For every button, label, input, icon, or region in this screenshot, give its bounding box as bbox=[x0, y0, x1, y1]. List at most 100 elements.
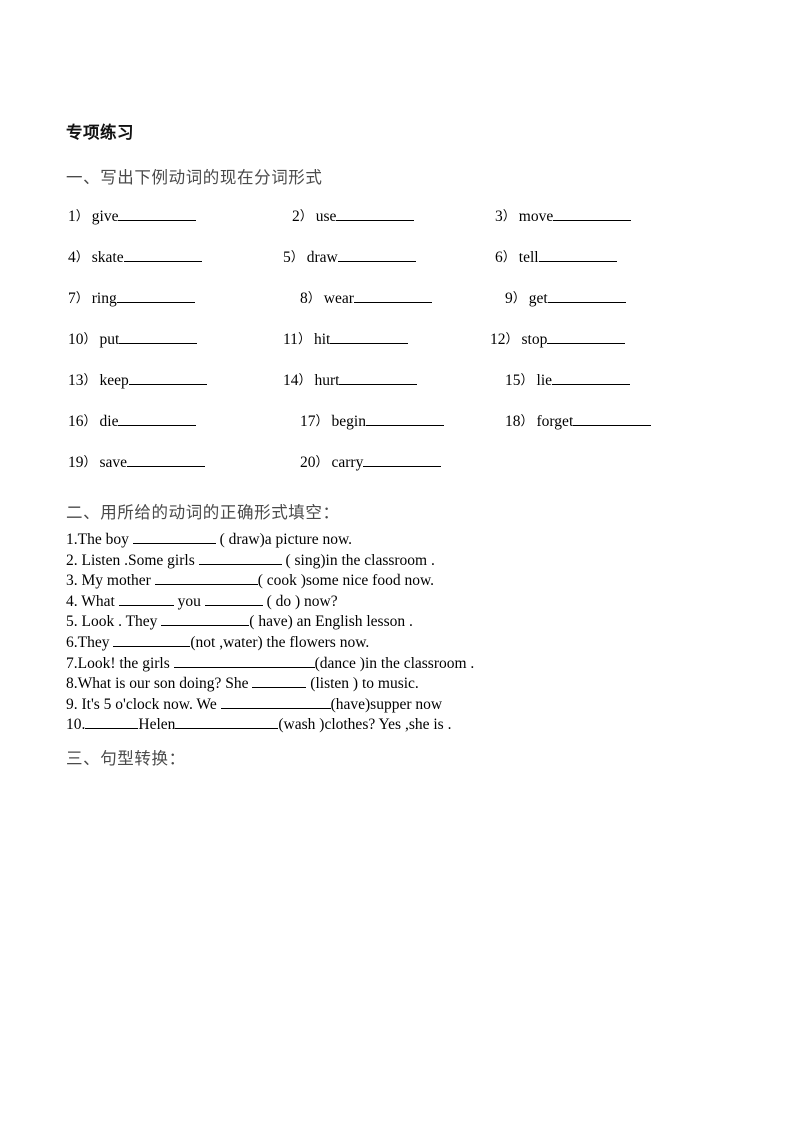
verb-item-number: 16 bbox=[68, 413, 84, 430]
verb-item-word: save bbox=[99, 454, 128, 471]
verb-item-paren: ） bbox=[83, 331, 97, 346]
verb-answer-blank[interactable] bbox=[553, 207, 632, 221]
sentence-answer-blank[interactable] bbox=[118, 593, 174, 606]
sentence-text-mid: Helen bbox=[138, 716, 176, 734]
sentence-7: 7.Look! the girls (dance )in the classro… bbox=[66, 654, 794, 675]
sentence-text-pre: It's 5 o'clock now. We bbox=[81, 695, 221, 713]
sentence-answer-blank[interactable] bbox=[132, 531, 216, 544]
verb-answer-blank[interactable] bbox=[547, 330, 626, 344]
sentence-text-pre: What is our son doing? She bbox=[77, 675, 253, 693]
sentence-number: 5. bbox=[66, 613, 82, 631]
verb-item-number: 9 bbox=[505, 290, 513, 307]
verb-answer-blank[interactable] bbox=[547, 289, 626, 303]
verb-item-6: 6） tell bbox=[495, 248, 617, 268]
verb-item-number: 14 bbox=[283, 372, 299, 389]
verb-answer-blank[interactable] bbox=[119, 330, 198, 344]
verb-item-paren: ） bbox=[297, 331, 311, 346]
verb-answer-blank[interactable] bbox=[128, 371, 207, 385]
sentence-number: 10. bbox=[66, 716, 86, 734]
verb-answer-blank[interactable] bbox=[365, 412, 444, 426]
verb-item-number: 8 bbox=[300, 290, 308, 307]
verb-answer-blank[interactable] bbox=[339, 371, 418, 385]
verb-item-paren: ） bbox=[512, 290, 526, 305]
verb-item-11: 11） hit bbox=[283, 330, 409, 350]
verb-item-10: 10） put bbox=[68, 330, 198, 350]
verb-item-14: 14） hurt bbox=[283, 371, 418, 391]
verb-item-word: ring bbox=[91, 290, 117, 307]
sentence-text-mid: you bbox=[173, 592, 205, 610]
verb-item-paren: ） bbox=[315, 454, 329, 469]
verb-item-3: 3） move bbox=[495, 207, 632, 227]
verb-item-word: die bbox=[99, 413, 119, 430]
verb-answer-blank[interactable] bbox=[552, 371, 631, 385]
verb-answer-blank[interactable] bbox=[118, 412, 197, 426]
verb-row: 19） save 20） carry bbox=[0, 453, 794, 494]
page-title: 专项练习 bbox=[66, 123, 134, 142]
verb-item-paren: ） bbox=[502, 249, 516, 264]
sentence-answer-blank[interactable] bbox=[85, 716, 139, 730]
verb-item-19: 19） save bbox=[68, 453, 206, 473]
verb-item-word: hurt bbox=[314, 372, 340, 389]
sentence-answer-blank[interactable] bbox=[252, 675, 307, 689]
sentence-text-post: (not ,water) the flowers now. bbox=[190, 633, 370, 651]
verb-item-number: 5 bbox=[283, 249, 291, 266]
verb-row: 4） skate 5） draw 6） tell bbox=[0, 248, 794, 289]
verb-item-16: 16） die bbox=[68, 412, 197, 432]
verb-row: 1） give 2） use 3） move bbox=[0, 207, 794, 248]
sentence-text-post: ( draw)a picture now. bbox=[215, 531, 353, 548]
sentence-answer-blank[interactable] bbox=[220, 696, 331, 709]
verb-answer-blank[interactable] bbox=[116, 289, 195, 303]
verb-answer-blank[interactable] bbox=[123, 248, 202, 262]
verb-item-word: lie bbox=[536, 372, 553, 389]
sentence-answer-blank-2[interactable] bbox=[175, 716, 279, 730]
verb-item-5: 5） draw bbox=[283, 248, 416, 268]
verb-item-number: 7 bbox=[68, 290, 76, 307]
sentence-number: 6. bbox=[66, 633, 78, 651]
verb-item-word: forget bbox=[536, 413, 574, 430]
verb-item-word: carry bbox=[331, 454, 364, 471]
verb-item-7: 7） ring bbox=[68, 289, 195, 309]
sentence-number: 2. bbox=[66, 551, 82, 569]
verb-exercise-grid: 1） give 2） use 3） move 4） skate 5） draw 6） tel… bbox=[0, 207, 794, 494]
verb-item-number: 15 bbox=[505, 372, 521, 389]
verb-item-paren: ） bbox=[83, 372, 97, 387]
sentence-text-pre: Look! the girls bbox=[77, 654, 174, 672]
sentence-answer-blank[interactable] bbox=[161, 613, 250, 627]
verb-item-word: get bbox=[528, 290, 548, 307]
verb-answer-blank[interactable] bbox=[336, 207, 415, 221]
verb-answer-blank[interactable] bbox=[127, 453, 206, 467]
sentence-answer-blank[interactable] bbox=[173, 655, 315, 668]
verb-answer-blank[interactable] bbox=[573, 412, 652, 426]
verb-answer-blank[interactable] bbox=[363, 453, 442, 467]
verb-answer-blank[interactable] bbox=[353, 289, 432, 303]
sentence-4: 4. What you ( do ) now? bbox=[66, 592, 794, 613]
sentence-answer-blank-2[interactable] bbox=[204, 593, 263, 606]
verb-answer-blank[interactable] bbox=[538, 248, 617, 262]
verb-item-paren: ） bbox=[83, 454, 97, 469]
sentence-answer-blank[interactable] bbox=[113, 634, 191, 647]
verb-item-word: tell bbox=[518, 249, 539, 266]
sentence-answer-blank[interactable] bbox=[154, 572, 258, 586]
verb-answer-blank[interactable] bbox=[330, 330, 409, 344]
verb-answer-blank[interactable] bbox=[118, 207, 197, 221]
verb-item-word: draw bbox=[306, 249, 338, 266]
verb-item-number: 1 bbox=[68, 208, 76, 225]
verb-answer-blank[interactable] bbox=[337, 248, 416, 262]
verb-item-number: 17 bbox=[300, 413, 316, 430]
sentence-1: 1.The boy ( draw)a picture now. bbox=[66, 530, 794, 551]
verb-item-word: begin bbox=[331, 413, 366, 430]
verb-row: 7） ring 8） wear 9） get bbox=[0, 289, 794, 330]
sentence-number: 8. bbox=[66, 675, 78, 693]
section-heading-2: 二、用所给的动词的正确形式填空： bbox=[66, 503, 340, 522]
sentence-answer-blank[interactable] bbox=[198, 552, 282, 565]
verb-item-number: 12 bbox=[490, 331, 506, 348]
verb-item-paren: ） bbox=[505, 331, 519, 346]
verb-item-1: 1） give bbox=[68, 207, 197, 227]
verb-item-word: wear bbox=[323, 290, 354, 307]
verb-row: 10） put 11） hit 12） stop bbox=[0, 330, 794, 371]
verb-item-20: 20） carry bbox=[300, 453, 442, 473]
sentence-text-post: ( do ) now? bbox=[262, 592, 338, 610]
sentence-5: 5. Look . They ( have) an English lesson… bbox=[66, 612, 794, 633]
verb-item-paren: ） bbox=[75, 208, 89, 223]
sentence-number: 7. bbox=[66, 654, 78, 672]
